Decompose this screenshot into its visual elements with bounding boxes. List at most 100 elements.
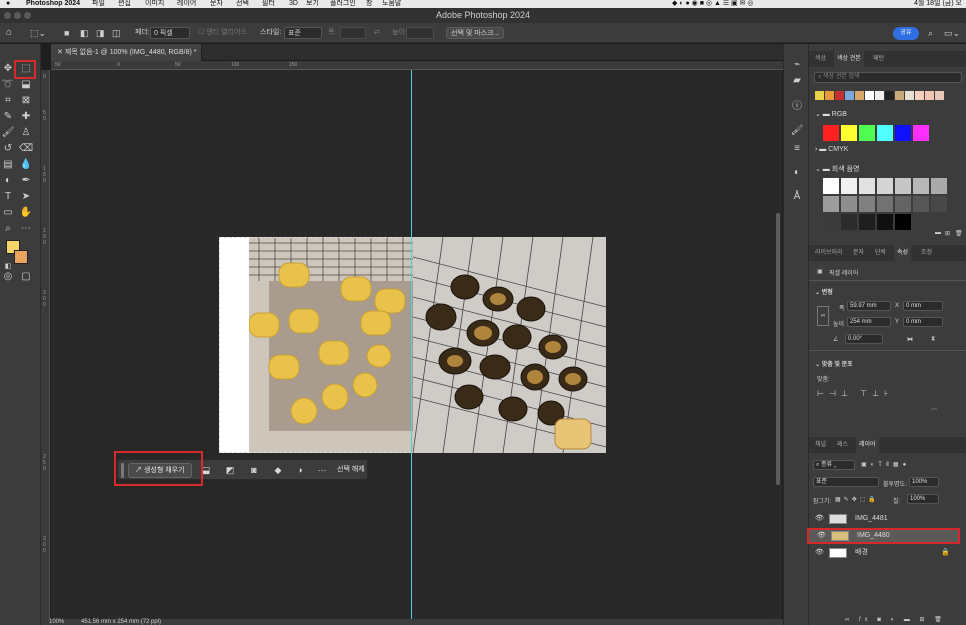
layer-row[interactable]: 👁 배경 🔒	[809, 545, 966, 561]
menu-window[interactable]: 창	[366, 0, 372, 8]
layer-footer-icons[interactable]: ∞ fx ◙ ◐ ▬ ⊞ 🗑	[845, 616, 946, 623]
app-menu[interactable]: Photoshop 2024	[26, 0, 80, 8]
color-swatch[interactable]	[895, 196, 911, 212]
height-input[interactable]: 254 mm	[847, 317, 891, 327]
new-selection-icon[interactable]: ■	[64, 27, 69, 39]
eyedropper-tool-icon[interactable]: ✎	[1, 110, 15, 124]
color-swatch[interactable]	[841, 196, 857, 212]
color-swatch[interactable]	[815, 91, 824, 100]
color-swatch[interactable]	[931, 178, 947, 194]
flip-horizontal-icon[interactable]: ⧓	[907, 336, 913, 343]
menu-3d[interactable]: 3D	[289, 0, 298, 8]
rectangle-tool-icon[interactable]: ▭	[1, 206, 15, 220]
intersect-selection-icon[interactable]: ◫	[112, 27, 121, 39]
flip-vertical-icon[interactable]: ⧗	[931, 336, 935, 343]
antialias-checkbox[interactable]: ☐ 앤티 앨리어스	[198, 27, 247, 39]
align-buttons[interactable]: ⊢⊣⊥ ⊤⊥⊦	[817, 389, 893, 398]
healing-tool-icon[interactable]: ✚	[19, 110, 33, 124]
menu-edit[interactable]: 편집	[118, 0, 131, 8]
zoom-window-button[interactable]	[24, 12, 31, 19]
color-swatch[interactable]	[885, 91, 894, 100]
fill-input[interactable]: 100%	[907, 494, 939, 504]
screen-mode-icon[interactable]: ▢	[19, 270, 33, 284]
color-swatch[interactable]	[823, 196, 839, 212]
zoom-level[interactable]: 100%	[49, 619, 64, 625]
color-swatch[interactable]	[841, 178, 857, 194]
angle-input[interactable]: 0.00°	[845, 334, 883, 344]
color-swatch[interactable]	[913, 196, 929, 212]
tab-layers[interactable]: 레이어	[856, 437, 879, 453]
swatch-group-cmyk[interactable]: › ▬ CMYK	[815, 146, 848, 153]
blend-mode-select[interactable]: 표준	[813, 477, 879, 487]
mask-icon[interactable]: ◩	[224, 464, 236, 476]
crop-tool-icon[interactable]: ⌗	[1, 94, 15, 108]
close-tab-icon[interactable]: ✕	[57, 49, 65, 56]
adjustment-icon[interactable]: ◑	[294, 464, 306, 476]
tab-patterns[interactable]: 패턴	[870, 51, 887, 67]
menu-image[interactable]: 이미지	[145, 0, 164, 8]
fill-bucket-icon[interactable]: ◆	[272, 464, 284, 476]
transform-section[interactable]: ⌄ 변형	[815, 287, 833, 296]
deselect-button[interactable]: 선택 해제	[337, 464, 365, 476]
color-swatch[interactable]	[875, 91, 884, 100]
create-mask-icon[interactable]: ◙	[248, 464, 260, 476]
comments-panel-icon[interactable]: ▰	[790, 74, 804, 88]
color-swatch[interactable]	[895, 214, 911, 230]
dodge-tool-icon[interactable]: ◐	[1, 174, 15, 188]
opacity-input[interactable]: 100%	[909, 477, 939, 487]
color-swatch[interactable]	[877, 214, 893, 230]
eraser-tool-icon[interactable]: ⌫	[19, 142, 33, 156]
color-swatch[interactable]	[835, 91, 844, 100]
marquee-preset-icon[interactable]: ⬚⌄	[30, 27, 46, 39]
delete-swatch-icon[interactable]: 🗑	[955, 230, 963, 237]
vertical-scrollbar[interactable]	[774, 70, 782, 620]
x-input[interactable]: 0 mm	[903, 301, 943, 311]
swap-icon[interactable]: ⇄	[374, 27, 380, 39]
feather-input[interactable]: 0 픽셀	[150, 27, 190, 39]
glyphs-panel-icon[interactable]: Å	[790, 190, 804, 204]
tab-character[interactable]: 문자	[850, 245, 867, 261]
color-swatch[interactable]	[877, 196, 893, 212]
color-swatch[interactable]	[895, 178, 911, 194]
color-swatch[interactable]	[823, 214, 839, 230]
color-swatch[interactable]	[913, 125, 929, 141]
paths-panel-icon[interactable]: ◐	[790, 166, 804, 180]
more-options-icon[interactable]: ⋯	[316, 464, 328, 476]
more-tools-icon[interactable]: ⋯	[19, 222, 33, 236]
pen-tool-icon[interactable]: ✒	[19, 174, 33, 188]
menu-file[interactable]: 파일	[92, 0, 105, 8]
search-icon[interactable]: ⌕	[928, 27, 933, 39]
swatch-group-gray[interactable]: ⌄ ▬ 회색 음영	[815, 164, 859, 174]
swatch-search-input[interactable]: ⌕ 색상 견본 검색	[814, 72, 962, 83]
hand-tool-icon[interactable]: ✋	[19, 206, 33, 220]
menu-plugins[interactable]: 플러그인	[330, 0, 356, 8]
width-input[interactable]: 59.97 mm	[847, 301, 891, 311]
color-swatch[interactable]	[905, 91, 914, 100]
type-tool-icon[interactable]: T	[1, 190, 15, 204]
color-swatch[interactable]	[915, 91, 924, 100]
tab-channels[interactable]: 채널	[812, 437, 829, 453]
document-tab[interactable]: ✕ 제목 없음-1 @ 100% (IMG_4480, RGB/8) *	[51, 44, 202, 61]
width-input[interactable]	[340, 27, 366, 39]
menu-help[interactable]: 도움말	[382, 0, 401, 8]
color-swatch[interactable]	[859, 178, 875, 194]
tab-color[interactable]: 색상	[812, 51, 829, 67]
workspace-icon[interactable]: ▭⌄	[944, 27, 960, 39]
home-icon[interactable]: ⌂	[6, 27, 12, 39]
lasso-tool-icon[interactable]: ➰	[1, 78, 15, 92]
swatch-group-rgb[interactable]: ⌄ ▬ RGB	[815, 110, 847, 118]
new-swatch-icon[interactable]: ⊞	[945, 230, 950, 237]
blur-tool-icon[interactable]: 💧	[19, 158, 33, 172]
select-and-mask-button[interactable]: 선택 및 마스크...	[446, 27, 505, 39]
brush-tool-icon[interactable]: 🖌	[1, 126, 15, 140]
adjustments-panel-icon[interactable]: ≡	[790, 142, 804, 156]
color-swatch[interactable]	[855, 91, 864, 100]
share-button[interactable]: 공유	[893, 27, 919, 40]
selection-marquee[interactable]	[219, 237, 412, 453]
tab-swatches[interactable]: 색상 견본	[834, 51, 864, 67]
history-brush-tool-icon[interactable]: ↺	[1, 142, 15, 156]
tab-properties[interactable]: 속성	[894, 245, 912, 261]
color-swatch[interactable]	[845, 91, 854, 100]
align-section[interactable]: ⌄ 맞춤 및 분포	[815, 359, 853, 368]
frame-tool-icon[interactable]: ⊠	[19, 94, 33, 108]
